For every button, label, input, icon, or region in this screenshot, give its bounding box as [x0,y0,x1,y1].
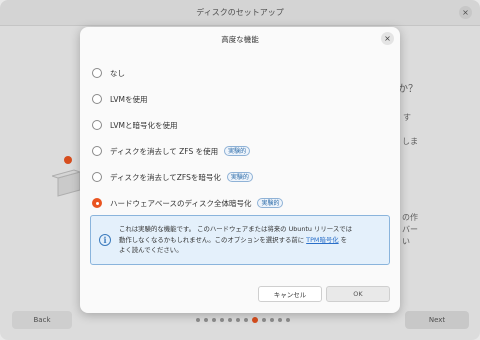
option-label: LVMと暗号化を使用 [110,120,178,130]
info-line: 動作しなくなるかもしれません。このオプションを選択する前に TPM暗号化 を [119,235,352,246]
ok-button[interactable]: OK [326,286,390,302]
option-label: ハードウェアベースのディスク全体暗号化 [110,198,252,208]
experimental-badge: 実験的 [257,198,284,208]
option-label: ディスクを消去して ZFS を使用 [110,146,219,156]
radio-button[interactable] [92,146,102,156]
option-label: LVMを使用 [110,94,148,104]
option-none[interactable]: なし [92,60,392,86]
experimental-badge: 実験的 [226,172,253,182]
option-lvm[interactable]: LVMを使用 [92,86,392,112]
close-icon[interactable]: × [381,32,394,45]
option-label: なし [110,68,125,78]
option-zfs-encryption[interactable]: ディスクを消去してZFSを暗号化 実験的 [92,164,392,190]
info-line-text: 動作しなくなるかもしれません。このオプションを選択する前に [119,235,307,244]
dialog-title: 高度な機能 [221,34,259,44]
tpm-encryption-link[interactable]: TPM暗号化 [306,236,338,244]
advanced-features-dialog: 高度な機能 × なし LVMを使用 LVMと暗号化を使用 ディスクを消去して Z… [80,27,400,313]
experimental-badge: 実験的 [224,146,251,156]
info-message: これは実験的な機能です。 このハードウェアまたは将来の Ubuntu リリースで… [119,224,352,256]
info-line-text: を [338,235,348,244]
info-line: これは実験的な機能です。 このハードウェアまたは将来の Ubuntu リリースで… [119,225,353,234]
option-label: ディスクを消去してZFSを暗号化 [110,172,221,182]
radio-button-selected[interactable] [92,198,102,208]
option-hardware-encryption[interactable]: ハードウェアベースのディスク全体暗号化 実験的 [92,190,392,216]
info-icon: i [99,234,111,246]
radio-button[interactable] [92,68,102,78]
info-banner: i これは実験的な機能です。 このハードウェアまたは将来の Ubuntu リリー… [90,215,390,265]
option-zfs[interactable]: ディスクを消去して ZFS を使用 実験的 [92,138,392,164]
cancel-button[interactable]: キャンセル [258,286,322,302]
radio-button[interactable] [92,172,102,182]
dialog-header: 高度な機能 × [80,27,400,51]
option-lvm-encryption[interactable]: LVMと暗号化を使用 [92,112,392,138]
info-line: よく読んでください。 [119,246,183,255]
radio-button[interactable] [92,94,102,104]
radio-button[interactable] [92,120,102,130]
options-list: なし LVMを使用 LVMと暗号化を使用 ディスクを消去して ZFS を使用 実… [92,60,392,216]
